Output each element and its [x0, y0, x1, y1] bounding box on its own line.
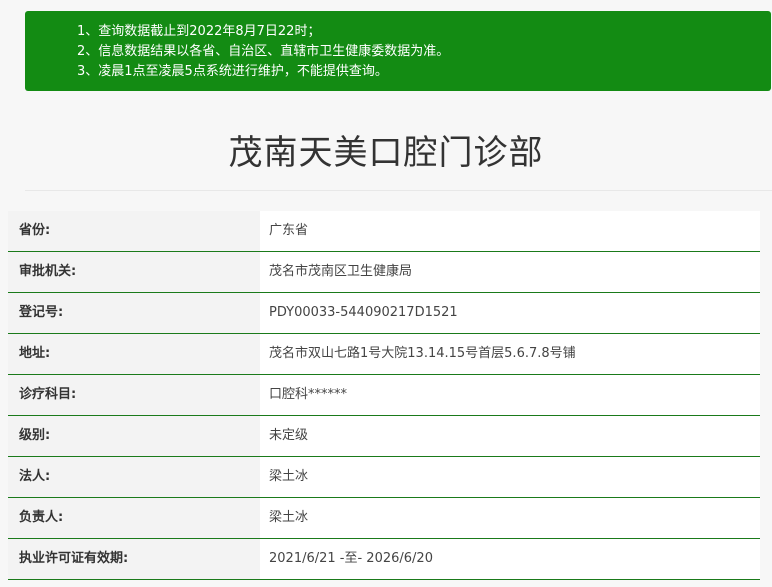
notice-banner: 1、查询数据截止到2022年8月7日22时； 2、信息数据结果以各省、自治区、直…: [25, 11, 771, 91]
details-value: 2021/6/21 -至- 2026/6/20: [260, 539, 760, 579]
details-value: 未定级: [260, 416, 760, 456]
details-row-legal-person: 法人: 梁土冰: [8, 457, 760, 498]
details-value: 口腔科******: [260, 375, 760, 415]
details-row-departments: 诊疗科目: 口腔科******: [8, 375, 760, 416]
details-row-registration-number: 登记号: PDY00033-544090217D1521: [8, 293, 760, 334]
notice-line-2: 2、信息数据结果以各省、自治区、直辖市卫生健康委数据为准。: [77, 44, 450, 59]
details-value: 梁土冰: [260, 457, 760, 497]
details-row-approval-authority: 审批机关: 茂名市茂南区卫生健康局: [8, 252, 760, 293]
details-label: 地址:: [8, 334, 260, 374]
details-value: 梁土冰: [260, 498, 760, 538]
details-value: 茂名市双山七路1号大院13.14.15号首层5.6.7.8号铺: [260, 334, 760, 374]
details-label: 诊疗科目:: [8, 375, 260, 415]
notice-line-3: 3、凌晨1点至凌晨5点系统进行维护，不能提供查询。: [77, 64, 388, 79]
details-row-address: 地址: 茂名市双山七路1号大院13.14.15号首层5.6.7.8号铺: [8, 334, 760, 375]
details-label: 省份:: [8, 211, 260, 251]
details-row-province: 省份: 广东省: [8, 211, 760, 252]
page: 1、查询数据截止到2022年8月7日22时； 2、信息数据结果以各省、自治区、直…: [0, 0, 772, 587]
details-table: 省份: 广东省 审批机关: 茂名市茂南区卫生健康局 登记号: PDY00033-…: [8, 211, 760, 580]
details-value: 茂名市茂南区卫生健康局: [260, 252, 760, 292]
details-label: 执业许可证有效期:: [8, 539, 260, 579]
details-label: 登记号:: [8, 293, 260, 333]
details-row-person-in-charge: 负责人: 梁土冰: [8, 498, 760, 539]
details-value: PDY00033-544090217D1521: [260, 293, 760, 333]
details-label: 负责人:: [8, 498, 260, 538]
details-value: 广东省: [260, 211, 760, 251]
details-label: 法人:: [8, 457, 260, 497]
title-divider: [25, 190, 772, 191]
details-label: 级别:: [8, 416, 260, 456]
notice-line-1: 1、查询数据截止到2022年8月7日22时；: [77, 24, 321, 39]
details-row-license-validity: 执业许可证有效期: 2021/6/21 -至- 2026/6/20: [8, 539, 760, 580]
details-row-level: 级别: 未定级: [8, 416, 760, 457]
details-label: 审批机关:: [8, 252, 260, 292]
page-title: 茂南天美口腔门诊部: [228, 133, 544, 173]
